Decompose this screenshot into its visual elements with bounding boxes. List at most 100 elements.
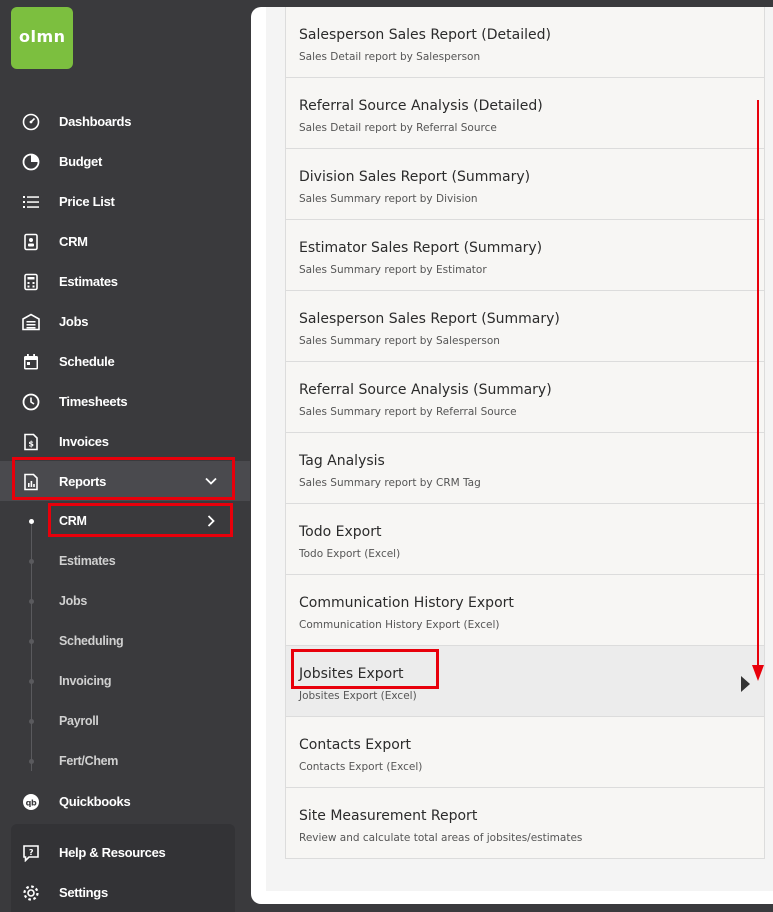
report-title: Referral Source Analysis (Detailed) [299,98,543,114]
report-title: Communication History Export [299,595,514,611]
sub-dot [29,559,34,564]
pie-chart-icon [22,153,40,171]
sub-item-label: Estimates [59,554,116,568]
report-title: Site Measurement Report [299,808,478,824]
nav-label: Schedule [59,354,115,369]
report-desc: Jobsites Export (Excel) [299,690,417,702]
nav-label: Price List [59,194,115,209]
nav-label: CRM [59,234,88,249]
sub-item-payroll[interactable]: Payroll [0,701,250,741]
nav-budget[interactable]: Budget [0,141,250,181]
scroll-arrow-line [757,100,759,670]
nav-label: Budget [59,154,102,169]
report-desc: Sales Summary report by Division [299,193,478,205]
svg-text:qb: qb [26,798,37,807]
active-dot [29,519,34,524]
report-row[interactable]: Salesperson Sales Report (Summary) Sales … [285,291,765,362]
sub-item-fert-chem[interactable]: Fert/Chem [0,741,250,781]
report-row[interactable]: Tag Analysis Sales Summary report by CRM … [285,433,765,504]
sub-item-label: Fert/Chem [59,754,119,768]
sub-dot [29,719,34,724]
warehouse-icon [22,313,40,331]
report-desc: Sales Detail report by Referral Source [299,122,497,134]
nav-quickbooks[interactable]: qb Quickbooks [0,781,250,821]
report-desc: Sales Summary report by Estimator [299,264,487,276]
nav-label: Invoices [59,434,109,449]
sub-dot [29,599,34,604]
report-row[interactable]: Todo Export Todo Export (Excel) [285,504,765,575]
nav-label: Dashboards [59,114,132,129]
sub-item-label: Payroll [59,714,99,728]
report-row[interactable]: Site Measurement Report Review and calcul… [285,788,765,859]
clock-icon [22,393,40,411]
report-title: Salesperson Sales Report (Summary) [299,311,560,327]
lmn-logo[interactable]: olmn [11,7,73,69]
sub-item-label: Invoicing [59,674,112,688]
report-desc: Sales Summary report by Salesperson [299,335,500,347]
highlight-reports [12,457,235,500]
report-title: Referral Source Analysis (Summary) [299,382,552,398]
svg-text:$: $ [28,440,34,449]
report-row[interactable]: Communication History Export Communicatio… [285,575,765,646]
sub-item-jobs[interactable]: Jobs [0,581,250,621]
report-row[interactable]: Division Sales Report (Summary) Sales Sum… [285,149,765,220]
list-icon [23,196,39,208]
sub-item-scheduling[interactable]: Scheduling [0,621,250,661]
contact-card-icon [24,233,38,251]
report-title: Salesperson Sales Report (Detailed) [299,27,551,43]
reports-scroll-area: Salesperson Sales Report (Detailed) Sales… [266,7,773,891]
nav-label: Settings [59,885,108,900]
gear-icon [23,885,39,901]
report-title: Tag Analysis [299,453,385,469]
calendar-icon [24,354,38,370]
sub-item-invoicing[interactable]: Invoicing [0,661,250,701]
report-row[interactable]: Contacts Export Contacts Export (Excel) [285,717,765,788]
main-panel: Salesperson Sales Report (Detailed) Sales… [251,7,773,904]
calculator-icon [24,273,38,291]
nav-jobs[interactable]: Jobs [0,301,250,341]
nav-price-list[interactable]: Price List [0,181,250,221]
nav-timesheets[interactable]: Timesheets [0,381,250,421]
highlight-jobsites-export [291,649,439,689]
report-title: Todo Export [299,524,382,540]
nav-dashboards[interactable]: Dashboards [0,101,250,141]
nav-help-resources[interactable]: ? Help & Resources [0,832,250,872]
report-desc: Contacts Export (Excel) [299,761,423,773]
report-row[interactable]: Estimator Sales Report (Summary) Sales Su… [285,220,765,291]
report-desc: Communication History Export (Excel) [299,619,500,631]
sub-dot [29,679,34,684]
report-row[interactable]: Salesperson Sales Report (Detailed) Sales… [285,7,765,78]
report-desc: Sales Summary report by CRM Tag [299,477,481,489]
nav-label: Help & Resources [59,845,166,860]
sidebar: olmn Dashboards Budget Price List CRM Es… [0,0,250,912]
svg-text:?: ? [29,848,34,857]
help-chat-icon: ? [23,845,39,862]
nav-schedule[interactable]: Schedule [0,341,250,381]
sub-dot [29,639,34,644]
report-row[interactable]: Referral Source Analysis (Detailed) Sales… [285,78,765,149]
report-list: Salesperson Sales Report (Detailed) Sales… [285,7,765,859]
sub-item-estimates[interactable]: Estimates [0,541,250,581]
nav-label: Timesheets [59,394,128,409]
report-desc: Todo Export (Excel) [299,548,401,560]
nav-label: Estimates [59,274,118,289]
nav-label: Quickbooks [59,794,131,809]
nav-label: Jobs [59,314,89,329]
nav-crm[interactable]: CRM [0,221,250,261]
report-desc: Sales Detail report by Salesperson [299,51,481,63]
logo-text: olmn [19,27,66,46]
quickbooks-icon: qb [23,794,39,810]
sub-item-label: Scheduling [59,634,124,648]
nav-estimates[interactable]: Estimates [0,261,250,301]
report-desc: Review and calculate total areas of jobs… [299,832,583,844]
nav-invoices[interactable]: $ Invoices [0,421,250,461]
mouse-cursor-icon [741,676,750,692]
report-row[interactable]: Referral Source Analysis (Summary) Sales … [285,362,765,433]
report-title: Contacts Export [299,737,412,753]
nav-settings[interactable]: Settings [0,872,250,912]
dashboard-gauge-icon [22,113,40,131]
report-title: Estimator Sales Report (Summary) [299,240,543,256]
highlight-crm [48,503,233,537]
arrow-down-icon [752,665,764,681]
sub-dot [29,759,34,764]
